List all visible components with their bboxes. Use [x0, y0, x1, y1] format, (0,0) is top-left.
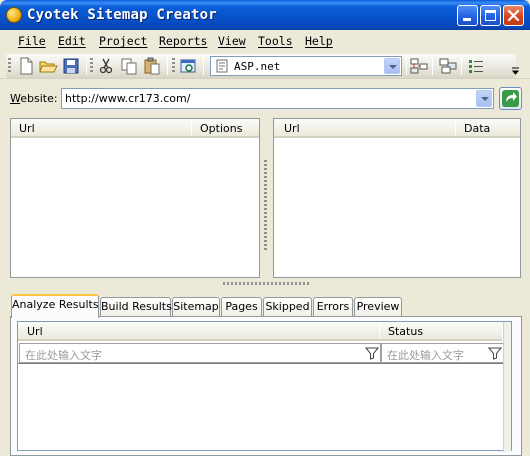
left-url-panel[interactable]: Url Options: [10, 118, 260, 278]
paste-button[interactable]: [142, 57, 162, 75]
new-button[interactable]: [16, 57, 36, 75]
column-header-status[interactable]: Status: [388, 325, 423, 338]
document-icon: [216, 59, 228, 73]
filter-row-divider: [18, 363, 503, 364]
copy-icon: [121, 58, 137, 75]
column-divider[interactable]: [455, 121, 456, 135]
sitemap-icon: [410, 58, 428, 74]
filter-icon[interactable]: [365, 346, 379, 360]
toolbar-grip[interactable]: [172, 58, 175, 74]
toolbar-separator: [461, 57, 462, 75]
column-header-data[interactable]: Data: [464, 122, 490, 135]
tab-errors[interactable]: Errors: [313, 297, 353, 316]
hierarchy-icon: [439, 58, 457, 74]
url-filter-placeholder: 在此处输入文字: [25, 349, 102, 362]
toolbar-overflow-icon[interactable]: [512, 66, 520, 76]
save-icon: [63, 58, 79, 74]
website-label: Website:: [10, 92, 58, 105]
paste-icon: [144, 57, 160, 75]
chevron-down-icon[interactable]: [384, 58, 400, 74]
column-header-options[interactable]: Options: [200, 122, 242, 135]
menu-tools[interactable]: Tools: [258, 34, 293, 48]
language-select-value: ASP.net: [234, 60, 281, 73]
toolbar-row: ASP.net: [0, 53, 530, 79]
menu-view[interactable]: View: [218, 34, 246, 48]
copy-button[interactable]: [119, 57, 139, 75]
right-url-panel[interactable]: Url Data: [273, 118, 521, 278]
language-select[interactable]: ASP.net: [210, 56, 402, 76]
toolbar-grip[interactable]: [8, 58, 11, 74]
tab-analyze-results[interactable]: Analyze Results: [11, 294, 99, 318]
menu-help[interactable]: Help: [305, 34, 333, 48]
maximize-button[interactable]: [480, 5, 501, 26]
vertical-scrollbar[interactable]: [503, 322, 511, 452]
website-url-input[interactable]: http://www.cr173.com/: [61, 88, 494, 109]
minimize-icon: [463, 18, 471, 21]
column-header-url[interactable]: Url: [27, 325, 43, 338]
new-document-icon: [20, 57, 33, 75]
analyze-results-grid[interactable]: Url Status 在此处输入文字 在此处输入文字: [17, 321, 512, 452]
tab-pages[interactable]: Pages: [221, 297, 262, 316]
menu-bar: File Edit Project Reports View Tools Hel…: [4, 30, 526, 52]
website-url-value: http://www.cr173.com/: [65, 92, 191, 105]
toolbar-grip[interactable]: [90, 58, 93, 74]
app-icon[interactable]: [6, 7, 22, 23]
column-divider[interactable]: [191, 121, 192, 135]
tab-skipped[interactable]: Skipped: [263, 297, 312, 316]
hierarchy-button[interactable]: [438, 57, 458, 75]
tab-preview[interactable]: Preview: [354, 297, 402, 316]
status-filter-input[interactable]: 在此处输入文字: [381, 343, 504, 363]
vertical-splitter[interactable]: [264, 160, 267, 250]
list-view-button[interactable]: [466, 57, 486, 75]
toolbar-separator: [203, 57, 204, 75]
tab-sitemap[interactable]: Sitemap: [172, 297, 220, 316]
column-header-url[interactable]: Url: [284, 122, 300, 135]
cut-button[interactable]: [96, 57, 116, 75]
preview-window-icon: [180, 59, 196, 73]
maximize-icon: [485, 10, 496, 21]
toolbar-separator: [86, 57, 87, 75]
cut-icon: [99, 58, 113, 74]
preview-button[interactable]: [178, 57, 198, 75]
sitemap-options-button[interactable]: [409, 57, 429, 75]
toolbar-separator: [432, 57, 433, 75]
window-title: Cyotek Sitemap Creator: [27, 7, 217, 23]
toolbar-separator: [406, 57, 407, 75]
open-button[interactable]: [38, 57, 58, 75]
save-button[interactable]: [61, 57, 81, 75]
menu-file[interactable]: File: [18, 34, 46, 48]
left-panel-header: Url Options: [11, 119, 259, 138]
menu-reports[interactable]: Reports: [159, 34, 207, 48]
status-filter-placeholder: 在此处输入文字: [387, 349, 464, 362]
right-panel-header: Url Data: [274, 119, 520, 138]
url-filter-input[interactable]: 在此处输入文字: [19, 343, 381, 363]
menu-edit[interactable]: Edit: [58, 34, 86, 48]
horizontal-splitter[interactable]: [223, 282, 309, 285]
toolbar-separator: [167, 57, 168, 75]
close-icon: [507, 9, 520, 22]
chevron-down-icon[interactable]: [476, 90, 492, 107]
menu-project[interactable]: Project: [99, 34, 147, 48]
go-arrow-icon: [502, 90, 519, 107]
toolbar: ASP.net: [6, 54, 520, 78]
close-button[interactable]: [503, 5, 524, 26]
list-icon: [469, 60, 483, 73]
results-header: Url Status: [18, 322, 502, 341]
column-divider[interactable]: [379, 324, 380, 338]
go-button[interactable]: [499, 87, 522, 110]
column-header-url[interactable]: Url: [19, 122, 35, 135]
minimize-button[interactable]: [457, 5, 478, 26]
filter-icon[interactable]: [488, 346, 502, 360]
open-folder-icon: [39, 61, 58, 73]
tab-build-results[interactable]: Build Results: [100, 297, 172, 316]
